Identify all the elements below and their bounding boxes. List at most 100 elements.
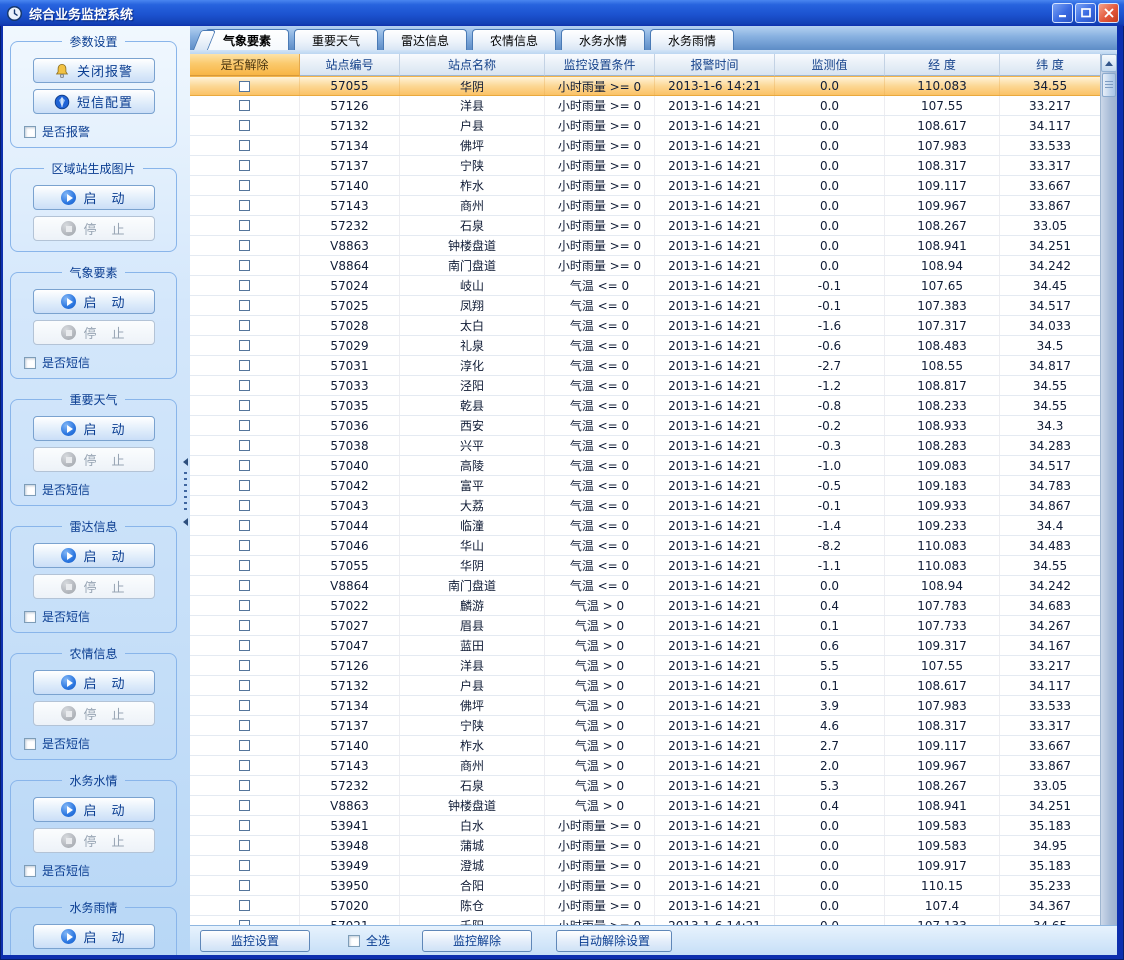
tab[interactable]: 水务水情 [561, 29, 645, 50]
row-checkbox[interactable] [239, 740, 250, 751]
row-checkbox[interactable] [239, 700, 250, 711]
select-all-checkbox[interactable]: 全选 [348, 932, 390, 949]
row-checkbox[interactable] [239, 240, 250, 251]
sms-enable-checkbox[interactable]: 是否短信 [24, 608, 90, 625]
table-row[interactable]: 57126 洋县 气温 > 0 2013-1-6 14:21 5.5 107.5… [190, 656, 1100, 676]
close-alarm-button[interactable]: 关闭报警 [33, 58, 155, 83]
table-row[interactable]: 53948 蒲城 小时雨量 >= 0 2013-1-6 14:21 0.0 10… [190, 836, 1100, 856]
table-row[interactable]: 57033 泾阳 气温 <= 0 2013-1-6 14:21 -1.2 108… [190, 376, 1100, 396]
table-row[interactable]: 57143 商州 小时雨量 >= 0 2013-1-6 14:21 0.0 10… [190, 196, 1100, 216]
sms-enable-checkbox[interactable]: 是否短信 [24, 862, 90, 879]
sms-enable-checkbox[interactable]: 是否短信 [24, 735, 90, 752]
row-checkbox[interactable] [239, 840, 250, 851]
row-checkbox[interactable] [239, 420, 250, 431]
table-row[interactable]: 57137 宁陕 小时雨量 >= 0 2013-1-6 14:21 0.0 10… [190, 156, 1100, 176]
sidebar-splitter[interactable] [182, 26, 190, 955]
collapse-arrow-icon[interactable] [183, 518, 188, 526]
table-row[interactable]: 57143 商州 气温 > 0 2013-1-6 14:21 2.0 109.9… [190, 756, 1100, 776]
table-row[interactable]: 57022 麟游 气温 > 0 2013-1-6 14:21 0.4 107.7… [190, 596, 1100, 616]
table-row[interactable]: 57046 华山 气温 <= 0 2013-1-6 14:21 -8.2 110… [190, 536, 1100, 556]
table-body[interactable]: 57055 华阴 小时雨量 >= 0 2013-1-6 14:21 0.0 11… [190, 76, 1100, 925]
table-row[interactable]: V8863 钟楼盘道 气温 > 0 2013-1-6 14:21 0.4 108… [190, 796, 1100, 816]
column-header-latitude[interactable]: 纬 度 [1000, 54, 1100, 76]
row-checkbox[interactable] [239, 360, 250, 371]
table-row[interactable]: 57027 眉县 气温 > 0 2013-1-6 14:21 0.1 107.7… [190, 616, 1100, 636]
tab[interactable]: 气象要素 [205, 29, 289, 50]
table-row[interactable]: 57036 西安 气温 <= 0 2013-1-6 14:21 -0.2 108… [190, 416, 1100, 436]
row-checkbox[interactable] [239, 340, 250, 351]
minimize-button[interactable] [1052, 3, 1073, 23]
start-button[interactable]: 启 动 [33, 670, 155, 695]
column-header-condition[interactable]: 监控设置条件 [545, 54, 655, 76]
row-checkbox[interactable] [239, 81, 250, 92]
monitor-release-button[interactable]: 监控解除 [422, 930, 532, 952]
table-row[interactable]: 57020 陈仓 小时雨量 >= 0 2013-1-6 14:21 0.0 10… [190, 896, 1100, 916]
row-checkbox[interactable] [239, 680, 250, 691]
table-row[interactable]: V8863 钟楼盘道 小时雨量 >= 0 2013-1-6 14:21 0.0 … [190, 236, 1100, 256]
table-row[interactable]: 57232 石泉 气温 > 0 2013-1-6 14:21 5.3 108.2… [190, 776, 1100, 796]
sms-enable-checkbox[interactable]: 是否短信 [24, 354, 90, 371]
row-checkbox[interactable] [239, 580, 250, 591]
table-row[interactable]: 57042 富平 气温 <= 0 2013-1-6 14:21 -0.5 109… [190, 476, 1100, 496]
table-row[interactable]: 57028 太白 气温 <= 0 2013-1-6 14:21 -1.6 107… [190, 316, 1100, 336]
row-checkbox[interactable] [239, 500, 250, 511]
column-header-monitor-value[interactable]: 监测值 [775, 54, 885, 76]
sms-enable-checkbox[interactable]: 是否短信 [24, 481, 90, 498]
tab[interactable]: 雷达信息 [383, 29, 467, 50]
table-row[interactable]: 57029 礼泉 气温 <= 0 2013-1-6 14:21 -0.6 108… [190, 336, 1100, 356]
column-header-unresolve[interactable]: 是否解除 [190, 54, 300, 76]
row-checkbox[interactable] [239, 540, 250, 551]
table-row[interactable]: 57134 佛坪 气温 > 0 2013-1-6 14:21 3.9 107.9… [190, 696, 1100, 716]
row-checkbox[interactable] [239, 520, 250, 531]
tab[interactable]: 重要天气 [294, 29, 378, 50]
row-checkbox[interactable] [239, 720, 250, 731]
start-button[interactable]: 启 动 [33, 416, 155, 441]
row-checkbox[interactable] [239, 860, 250, 871]
table-row[interactable]: 57021 千阳 小时雨量 >= 0 2013-1-6 14:21 0.0 10… [190, 916, 1100, 925]
table-row[interactable]: 57038 兴平 气温 <= 0 2013-1-6 14:21 -0.3 108… [190, 436, 1100, 456]
table-row[interactable]: 57126 洋县 小时雨量 >= 0 2013-1-6 14:21 0.0 10… [190, 96, 1100, 116]
table-row[interactable]: 57055 华阴 气温 <= 0 2013-1-6 14:21 -1.1 110… [190, 556, 1100, 576]
scroll-up-button[interactable] [1101, 54, 1117, 72]
tab[interactable]: 农情信息 [472, 29, 556, 50]
table-row[interactable]: 57232 石泉 小时雨量 >= 0 2013-1-6 14:21 0.0 10… [190, 216, 1100, 236]
monitor-set-button[interactable]: 监控设置 [200, 930, 310, 952]
sms-config-button[interactable]: 短信配置 [33, 89, 155, 114]
row-checkbox[interactable] [239, 880, 250, 891]
maximize-button[interactable] [1075, 3, 1096, 23]
start-button[interactable]: 启 动 [33, 185, 155, 210]
column-header-station-id[interactable]: 站点编号 [300, 54, 400, 76]
start-button[interactable]: 启 动 [33, 924, 155, 949]
row-checkbox[interactable] [239, 200, 250, 211]
row-checkbox[interactable] [239, 660, 250, 671]
row-checkbox[interactable] [239, 640, 250, 651]
table-row[interactable]: 57025 凤翔 气温 <= 0 2013-1-6 14:21 -0.1 107… [190, 296, 1100, 316]
row-checkbox[interactable] [239, 260, 250, 271]
row-checkbox[interactable] [239, 400, 250, 411]
row-checkbox[interactable] [239, 120, 250, 131]
table-row[interactable]: 57140 柞水 小时雨量 >= 0 2013-1-6 14:21 0.0 10… [190, 176, 1100, 196]
column-header-alarm-time[interactable]: 报警时间 [655, 54, 775, 76]
row-checkbox[interactable] [239, 140, 250, 151]
auto-release-settings-button[interactable]: 自动解除设置 [556, 930, 672, 952]
row-checkbox[interactable] [239, 760, 250, 771]
row-checkbox[interactable] [239, 620, 250, 631]
table-row[interactable]: 57031 淳化 气温 <= 0 2013-1-6 14:21 -2.7 108… [190, 356, 1100, 376]
row-checkbox[interactable] [239, 160, 250, 171]
collapse-arrow-icon[interactable] [183, 458, 188, 466]
row-checkbox[interactable] [239, 480, 250, 491]
table-row[interactable]: 57024 岐山 气温 <= 0 2013-1-6 14:21 -0.1 107… [190, 276, 1100, 296]
table-row[interactable]: 57043 大荔 气温 <= 0 2013-1-6 14:21 -0.1 109… [190, 496, 1100, 516]
row-checkbox[interactable] [239, 180, 250, 191]
tab[interactable]: 水务雨情 [650, 29, 734, 50]
row-checkbox[interactable] [239, 600, 250, 611]
row-checkbox[interactable] [239, 320, 250, 331]
row-checkbox[interactable] [239, 100, 250, 111]
table-row[interactable]: 57137 宁陕 气温 > 0 2013-1-6 14:21 4.6 108.3… [190, 716, 1100, 736]
alarm-enable-checkbox[interactable]: 是否报警 [24, 123, 90, 140]
table-row[interactable]: 57047 蓝田 气温 > 0 2013-1-6 14:21 0.6 109.3… [190, 636, 1100, 656]
start-button[interactable]: 启 动 [33, 797, 155, 822]
table-row[interactable]: V8864 南门盘道 小时雨量 >= 0 2013-1-6 14:21 0.0 … [190, 256, 1100, 276]
start-button[interactable]: 启 动 [33, 289, 155, 314]
row-checkbox[interactable] [239, 560, 250, 571]
